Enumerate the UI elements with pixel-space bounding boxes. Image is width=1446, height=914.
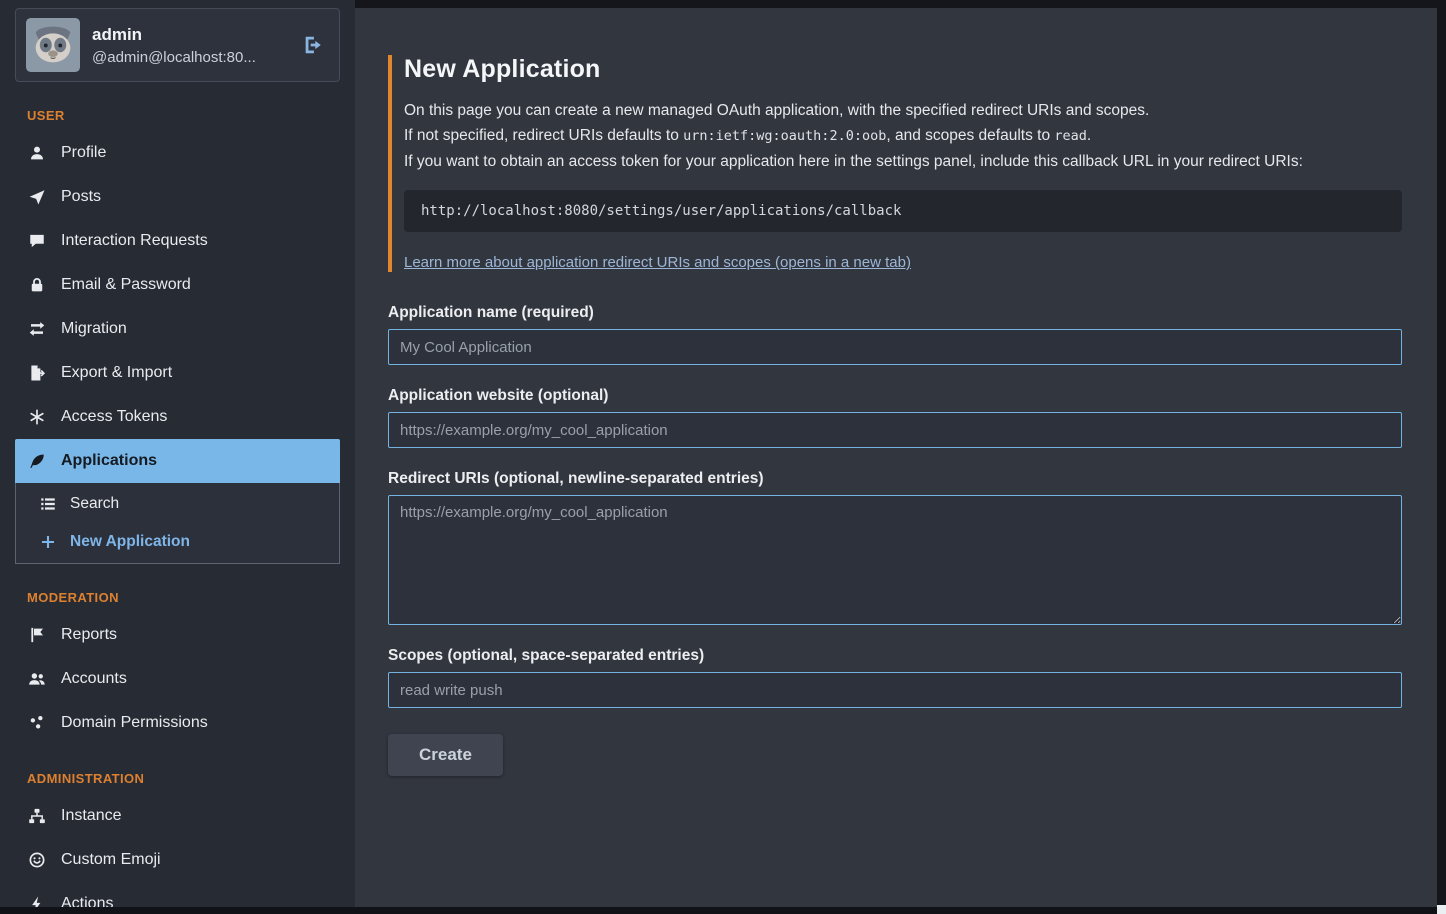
inline-code-oob: urn:ietf:wg:oauth:2.0:oob [683,128,886,144]
sidebar-nav: USER Profile Posts Interaction Requests … [15,108,340,914]
flag-icon [27,626,47,644]
sign-out-icon[interactable] [302,34,324,56]
application-website-input[interactable] [388,412,1402,448]
user-avatar [26,18,80,72]
sidebar-item-interaction-requests[interactable]: Interaction Requests [15,219,340,263]
sidebar-item-label: Reports [61,626,117,644]
sidebar-item-reports[interactable]: Reports [15,613,340,657]
sidebar-item-label: Applications [61,452,157,470]
scopes-label: Scopes (optional, space-separated entrie… [388,647,1402,665]
intro-line-2: If not specified, redirect URIs defaults… [404,123,1402,149]
sidebar-item-domain-permissions[interactable]: Domain Permissions [15,701,340,745]
redirect-uris-label: Redirect URIs (optional, newline-separat… [388,470,1402,488]
page-header: New Application On this page you can cre… [388,55,1402,272]
sidebar-item-export-import[interactable]: Export & Import [15,351,340,395]
smiley-icon [27,851,47,869]
sidebar: admin @admin@localhost:80... USER Profil… [0,0,355,914]
sidebar-item-label: Profile [61,144,106,162]
scrollbar-corner [1437,905,1446,914]
scopes-input[interactable] [388,672,1402,708]
exchange-arrows-icon [27,320,47,338]
sidebar-item-label: Accounts [61,670,127,688]
sidebar-item-label: Search [70,495,119,513]
new-application-form: Application name (required) Application … [388,304,1402,776]
sidebar-item-posts[interactable]: Posts [15,175,340,219]
applications-submenu: Search New Application [15,483,340,564]
main-area: New Application On this page you can cre… [355,0,1446,914]
sidebar-item-access-tokens[interactable]: Access Tokens [15,395,340,439]
asterisk-icon [27,408,47,426]
sidebar-item-label: Instance [61,807,121,825]
sidebar-item-instance[interactable]: Instance [15,794,340,838]
main-panel: New Application On this page you can cre… [355,8,1437,907]
user-card[interactable]: admin @admin@localhost:80... [15,8,340,82]
sidebar-item-label: Export & Import [61,364,172,382]
sidebar-item-label: Interaction Requests [61,232,208,250]
list-icon [38,495,58,513]
horizontal-scrollbar[interactable] [0,907,1437,914]
sidebar-item-email-password[interactable]: Email & Password [15,263,340,307]
applications-group: Applications Search New Application [15,439,340,564]
redirect-uris-textarea[interactable] [388,495,1402,625]
sidebar-item-label: Email & Password [61,276,191,294]
application-website-label: Application website (optional) [388,387,1402,405]
sidebar-item-new-application[interactable]: New Application [16,523,339,561]
user-icon [27,144,47,162]
sidebar-item-profile[interactable]: Profile [15,131,340,175]
redirect-uris-field: Redirect URIs (optional, newline-separat… [388,470,1402,625]
sidebar-item-label: Migration [61,320,127,338]
intro-line-3: If you want to obtain an access token fo… [404,149,1402,174]
sidebar-item-label: Domain Permissions [61,714,208,732]
sidebar-item-applications-search[interactable]: Search [16,485,339,523]
inline-code-read: read [1054,128,1087,144]
user-meta: admin @admin@localhost:80... [92,25,256,66]
sidebar-item-accounts[interactable]: Accounts [15,657,340,701]
scopes-field: Scopes (optional, space-separated entrie… [388,647,1402,708]
sidebar-item-label: Access Tokens [61,408,167,426]
lock-icon [27,276,47,294]
cluster-dots-icon [27,714,47,732]
user-handle: @admin@localhost:80... [92,49,256,66]
user-name: admin [92,25,256,45]
plus-icon [38,533,58,551]
sidebar-item-custom-emoji[interactable]: Custom Emoji [15,838,340,882]
callback-url-codeblock: http://localhost:8080/settings/user/appl… [404,190,1402,232]
application-website-field: Application website (optional) [388,387,1402,448]
application-name-label: Application name (required) [388,304,1402,322]
paper-plane-icon [27,188,47,206]
sidebar-item-migration[interactable]: Migration [15,307,340,351]
section-heading-user: USER [27,108,328,123]
section-heading-administration: ADMINISTRATION [27,771,328,786]
sidebar-item-label: Custom Emoji [61,851,161,869]
create-button[interactable]: Create [388,734,503,776]
sitemap-icon [27,807,47,825]
sidebar-item-label: Posts [61,188,101,206]
comments-icon [27,232,47,250]
sidebar-item-label: New Application [70,533,190,551]
sidebar-item-applications[interactable]: Applications [15,439,340,483]
users-icon [27,670,47,688]
section-heading-moderation: MODERATION [27,590,328,605]
page-title: New Application [404,55,1402,84]
feather-icon [27,452,47,470]
intro-line-1: On this page you can create a new manage… [404,98,1402,123]
file-export-icon [27,364,47,382]
application-name-input[interactable] [388,329,1402,365]
application-name-field: Application name (required) [388,304,1402,365]
learn-more-link[interactable]: Learn more about application redirect UR… [404,254,911,271]
